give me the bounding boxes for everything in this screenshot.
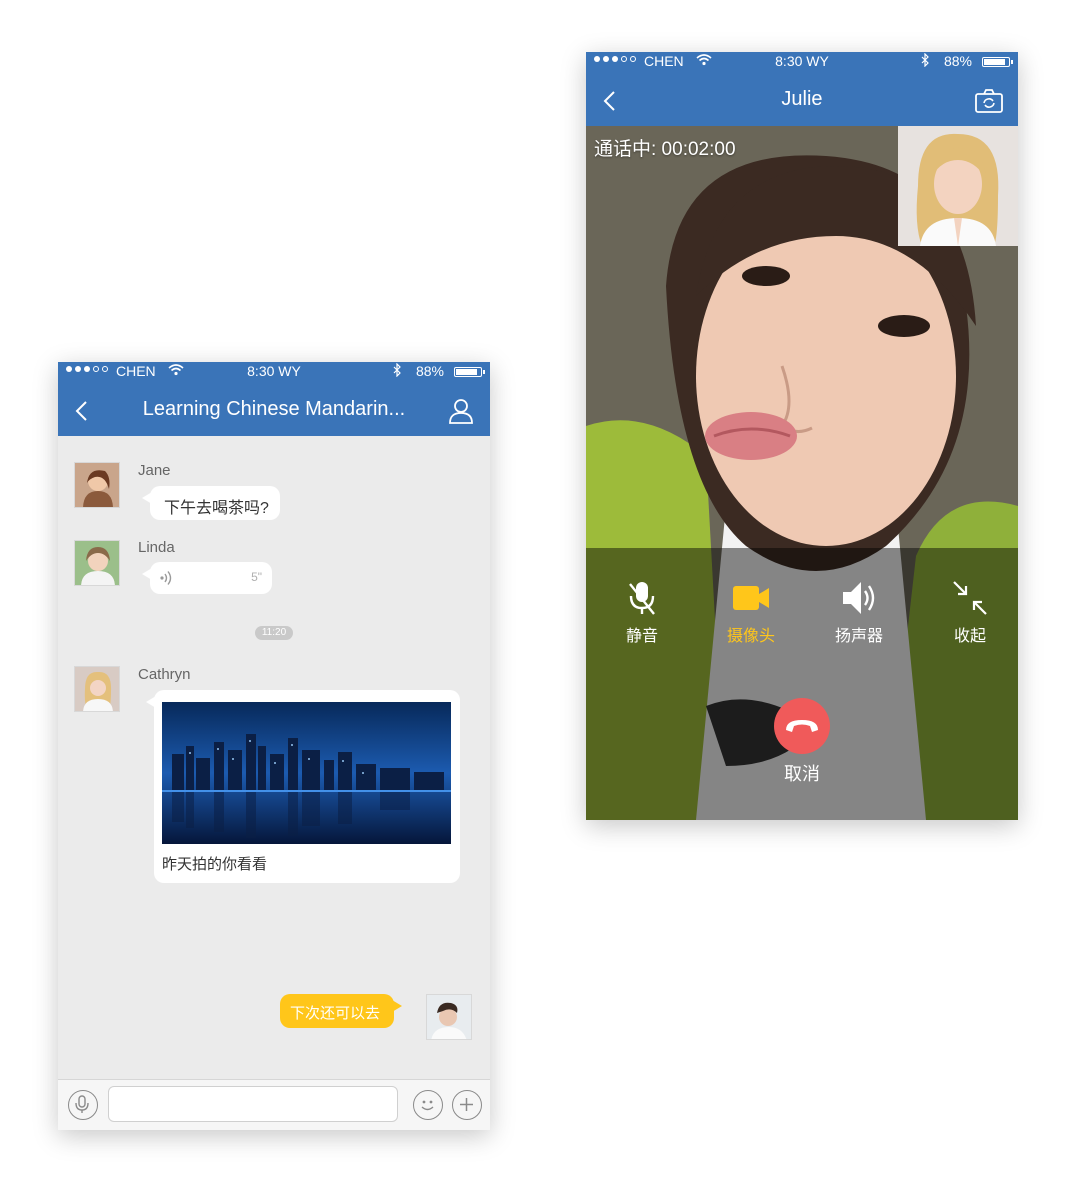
chat-screen: CHEN 8:30 WY 88% Learning Chinese Mandar… — [58, 362, 490, 1130]
shared-image[interactable] — [162, 702, 451, 844]
battery-icon — [982, 57, 1013, 67]
voice-wave-icon — [160, 570, 174, 591]
camera-label: 摄像头 — [726, 628, 775, 645]
voice-message[interactable]: 5" — [142, 562, 272, 594]
mute-label: 静音 — [625, 628, 658, 645]
battery-percent: 88% — [943, 53, 972, 69]
message-text: 下次还可以去 — [290, 1005, 381, 1022]
call-status: 通话中: 00:02:00 — [594, 139, 736, 160]
self-video-preview[interactable] — [898, 126, 1018, 246]
bluetooth-icon — [393, 362, 402, 380]
my-message-bubble[interactable]: 下次还可以去 — [280, 994, 402, 1028]
bluetooth-icon — [921, 52, 930, 70]
collapse-icon — [950, 578, 990, 618]
switch-camera-icon[interactable] — [974, 88, 1004, 114]
minimize-button[interactable]: 收起 — [930, 578, 1010, 646]
emoji-button[interactable] — [413, 1090, 443, 1120]
sender-name: Linda — [138, 539, 175, 556]
phone-hangup-icon — [786, 720, 818, 732]
status-bar: CHEN 8:30 WY 88% — [58, 362, 490, 382]
sender-name: Cathryn — [138, 666, 191, 683]
back-icon[interactable] — [600, 89, 622, 113]
battery-icon — [454, 367, 485, 377]
avatar-self[interactable] — [426, 994, 472, 1040]
message-input[interactable] — [108, 1086, 398, 1122]
hangup-button[interactable] — [774, 698, 830, 754]
group-members-icon[interactable] — [446, 398, 476, 424]
input-bar — [58, 1079, 490, 1130]
minimize-label: 收起 — [953, 628, 986, 645]
sender-name: Jane — [138, 462, 171, 479]
back-icon[interactable] — [72, 399, 94, 423]
chat-title: Learning Chinese Mandarin... — [142, 398, 406, 420]
avatar-jane[interactable] — [74, 462, 120, 508]
voice-input-button[interactable] — [68, 1090, 98, 1120]
video-camera-icon — [731, 578, 771, 618]
message-bubble[interactable]: 下午去喝茶吗? — [142, 486, 280, 520]
voice-duration: 5" — [251, 570, 262, 584]
chat-header: CHEN 8:30 WY 88% Learning Chinese Mandar… — [58, 362, 490, 436]
call-title: Julie — [781, 88, 823, 110]
image-message[interactable]: 昨天拍的你看看 — [146, 690, 460, 883]
more-options-button[interactable] — [452, 1090, 482, 1120]
speaker-button[interactable]: 扬声器 — [819, 578, 899, 646]
avatar-cathryn[interactable] — [74, 666, 120, 712]
speaker-label: 扬声器 — [834, 628, 883, 645]
timestamp-badge: 11:20 — [255, 626, 293, 640]
image-caption: 昨天拍的你看看 — [162, 856, 268, 873]
speaker-icon — [839, 578, 879, 618]
avatar-linda[interactable] — [74, 540, 120, 586]
message-text: 下午去喝茶吗? — [164, 500, 269, 517]
battery-percent: 88% — [415, 363, 444, 379]
hangup-label: 取消 — [784, 764, 820, 784]
microphone-off-icon — [622, 578, 662, 618]
status-bar: CHEN 8:30 WY 88% — [586, 52, 1018, 72]
call-header: CHEN 8:30 WY 88% Julie — [586, 52, 1018, 126]
camera-button[interactable]: 摄像头 — [711, 578, 791, 646]
mute-button[interactable]: 静音 — [602, 578, 682, 646]
video-call-screen: CHEN 8:30 WY 88% Julie 通话中: 00:02:00 静音 … — [586, 52, 1018, 820]
